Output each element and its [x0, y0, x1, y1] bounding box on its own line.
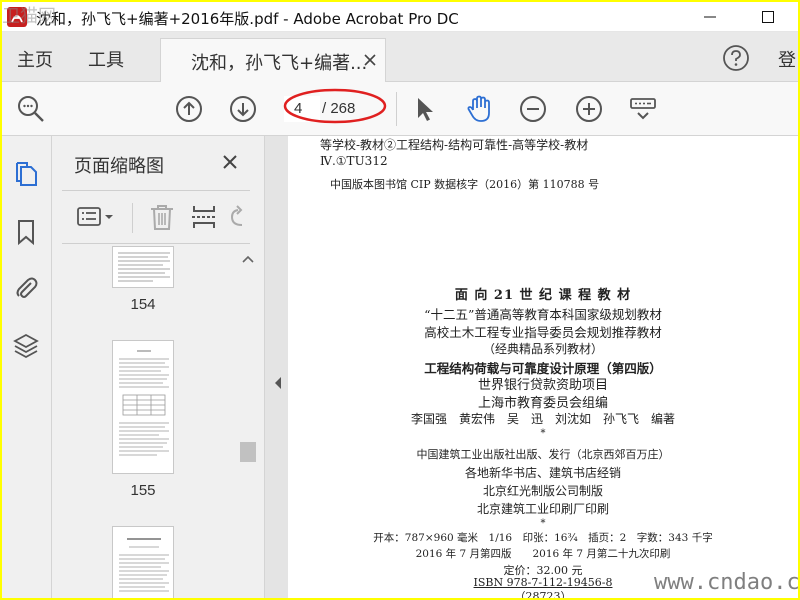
zoom-out-icon[interactable]: [518, 94, 548, 124]
watermark-logo: 卫猫网: [2, 6, 56, 27]
publisher-line: 中国建筑工业出版社出版、发行（北京西郊百万庄）: [416, 448, 670, 461]
separator-star: *: [540, 518, 546, 529]
shanghai-line: 上海市教育委员会组编: [477, 396, 608, 411]
rotate-page-icon[interactable]: [226, 203, 248, 231]
thumbnail-page[interactable]: [112, 526, 174, 598]
bookmarks-icon[interactable]: [12, 218, 40, 246]
select-cursor-icon[interactable]: [410, 94, 440, 124]
menu-home[interactable]: 主页: [17, 46, 53, 72]
thumbnail-list: 154 155: [52, 246, 242, 598]
acrobat-window: 沈和，孙飞飞+编著+2016年版.pdf - Adobe Acrobat Pro…: [2, 2, 798, 598]
page-preview: [118, 252, 170, 282]
page-preview: [119, 538, 169, 592]
format-line: 开本：787×960 毫米 1/16 印张：16¾ 插页：2 字数：343 千字: [373, 532, 713, 544]
site-watermark: www.cndao.com: [654, 570, 800, 595]
options-menu-icon[interactable]: [76, 203, 120, 231]
hand-tool-icon[interactable]: [464, 94, 494, 124]
page-thumbnails-panel: 页面缩略图 154 155: [52, 136, 264, 598]
next-page-icon[interactable]: [228, 94, 258, 124]
menu-tools[interactable]: 工具: [88, 46, 124, 72]
cip-data-number: 中国版本图书馆 CIP 数据核字（2016）第 110788 号: [330, 178, 600, 191]
page-thumbnails-icon[interactable]: [12, 160, 40, 188]
cip-line-2: Ⅳ.①TU312: [320, 154, 388, 168]
thumbnail-page-number: 155: [130, 482, 156, 499]
edition-line: 2016 年 7 月第四版 2016 年 7 月第二十九次印刷: [415, 548, 671, 560]
thumbnail-page[interactable]: [112, 246, 174, 288]
left-navigation-pane: [2, 136, 52, 598]
previous-page-icon[interactable]: [174, 94, 204, 124]
zoom-in-icon[interactable]: [574, 94, 604, 124]
minimize-icon: [704, 16, 716, 18]
authors-line: 李国强 黄宏伟 吴 迅 刘沈如 孙飞飞 编著: [410, 412, 675, 426]
scrollbar-thumb[interactable]: [240, 442, 256, 462]
document-tab-label: 沈和，孙飞飞+编著...: [191, 53, 368, 74]
help-icon[interactable]: [722, 44, 750, 72]
plan-line: “十二五”普通高等教育本科国家级规划教材: [424, 307, 662, 322]
menu-tab-bar: 主页 工具 沈和，孙飞飞+编著... 登: [2, 32, 798, 82]
main-toolbar: 4 / 268: [2, 82, 798, 136]
panel-splitter[interactable]: [264, 136, 288, 598]
keyboard-tools-icon[interactable]: [628, 94, 658, 124]
close-panel-icon[interactable]: [222, 154, 238, 170]
classic-series-line: （经典精品系列教材）: [482, 342, 603, 356]
document-tab[interactable]: 沈和，孙飞飞+编著...: [160, 38, 386, 82]
maximize-icon: [762, 11, 774, 23]
delete-page-icon[interactable]: [148, 203, 176, 231]
collapse-panel-arrow-icon[interactable]: [273, 376, 283, 390]
sign-in-label[interactable]: 登: [778, 46, 796, 72]
thumbnail-scrollbar[interactable]: [239, 252, 257, 598]
thumbnail-page[interactable]: [112, 340, 174, 474]
series-heading: 面 向 21 世 纪 课 程 教 材: [454, 288, 632, 303]
cip-line-1: 等学校-教材②工程结构-结构可靠性-高等学校-教材: [320, 138, 589, 152]
separator-star: *: [540, 428, 546, 439]
extract-page-icon[interactable]: [190, 203, 218, 231]
pdf-page: 等学校-教材②工程结构-结构可靠性-高等学校-教材 Ⅳ.①TU312 中国版本图…: [288, 136, 798, 598]
panel-title: 页面缩略图: [74, 156, 164, 177]
thumbnail-toolbar: [62, 190, 250, 244]
attachments-icon[interactable]: [12, 274, 40, 302]
title-bar: 沈和，孙飞飞+编著+2016年版.pdf - Adobe Acrobat Pro…: [2, 2, 798, 32]
committee-line: 高校土木工程专业指导委员会规划推荐教材: [424, 325, 662, 340]
maximize-button[interactable]: [748, 2, 788, 32]
world-bank-line: 世界银行贷款资助项目: [477, 378, 608, 393]
page-preview: [119, 350, 169, 456]
printer-line: 北京建筑工业印刷厂印刷: [476, 502, 609, 516]
search-icon[interactable]: [16, 94, 46, 124]
page-number-input[interactable]: 4: [284, 96, 320, 122]
scroll-up-arrow-icon[interactable]: [242, 254, 254, 264]
plate-line: 北京红光制版公司制版: [482, 484, 603, 498]
page-total: / 268: [322, 100, 356, 117]
panel-toolbar-divider: [132, 203, 133, 233]
window-title: 沈和，孙飞飞+编著+2016年版.pdf - Adobe Acrobat Pro…: [36, 10, 459, 28]
toolbar-divider: [396, 92, 397, 126]
close-tab-icon[interactable]: [363, 53, 377, 67]
minimize-button[interactable]: [690, 2, 730, 32]
document-view[interactable]: 等学校-教材②工程结构-结构可靠性-高等学校-教材 Ⅳ.①TU312 中国版本图…: [288, 136, 798, 598]
sellers-line: 各地新华书店、建筑书店经销: [464, 466, 621, 480]
layers-icon[interactable]: [12, 332, 40, 360]
thumbnail-page-number: 154: [130, 296, 156, 313]
